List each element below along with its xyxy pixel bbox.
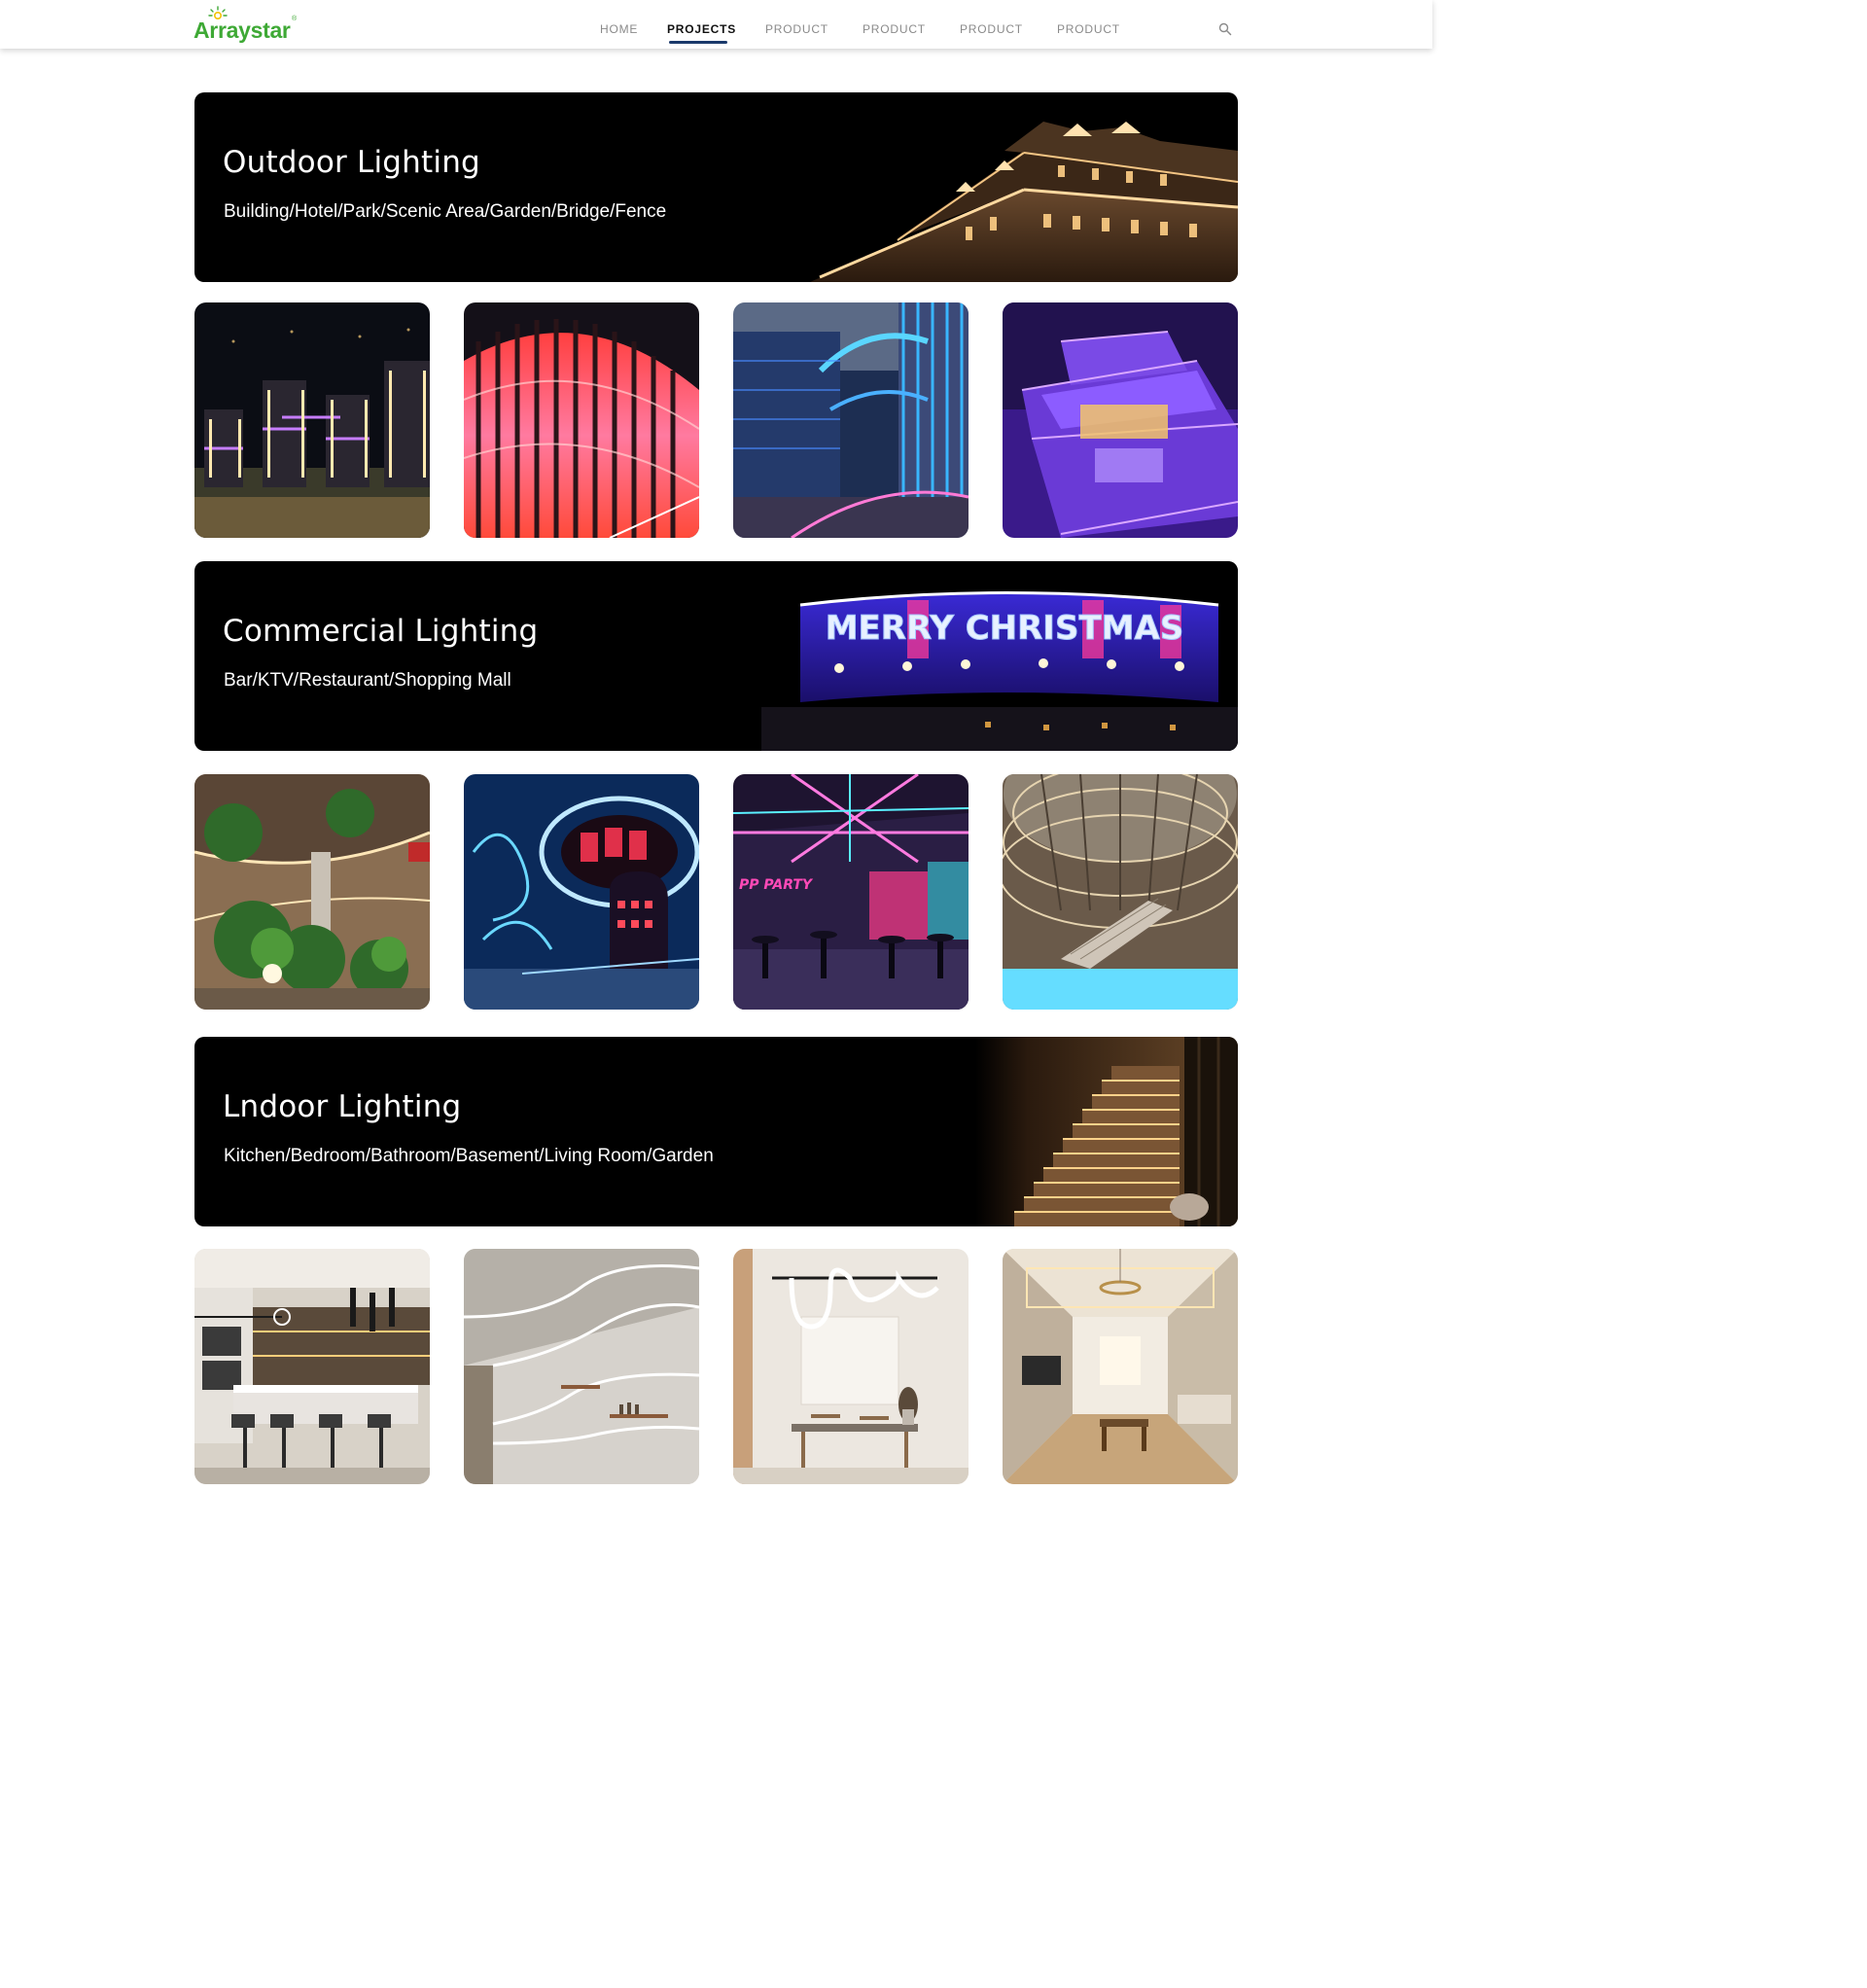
glass-building-image [733, 302, 969, 538]
mall-atrium-image [1003, 774, 1238, 1010]
outdoor-lighting-banner[interactable]: Outdoor Lighting Building/Hotel/Park/Sce… [194, 92, 1238, 282]
nav-product-2[interactable]: PRODUCT [863, 22, 926, 36]
section-title: Lndoor Lighting [223, 1089, 462, 1124]
city-towers-image [194, 302, 430, 538]
neon-bar-image [464, 774, 699, 1010]
nav-projects[interactable]: PROJECTS [667, 22, 736, 36]
project-tile-mall-atrium[interactable] [1003, 774, 1238, 1010]
search-icon[interactable] [1218, 22, 1232, 36]
kitchen-image [194, 1249, 430, 1484]
wall-light-lines-image [464, 1249, 699, 1484]
project-tile-dining-pendant[interactable] [733, 1249, 969, 1484]
nav-product-1[interactable]: PRODUCT [765, 22, 828, 36]
brand-name: Arraystar [194, 18, 291, 43]
party-sign-text: PP PARTY [739, 877, 814, 893]
project-tile-party-club[interactable]: PP PARTY [733, 774, 969, 1010]
living-room-image [1003, 1249, 1238, 1484]
brand-logo[interactable]: Arraystar ® [194, 6, 305, 45]
project-tile-city-towers[interactable] [194, 302, 430, 538]
commercial-lighting-banner[interactable]: MERRY CHRISTMAS Commercial Lighting Bar/… [194, 561, 1238, 751]
nav-active-indicator [669, 41, 727, 44]
project-tile-yacht[interactable] [1003, 302, 1238, 538]
curved-facade-image [464, 302, 699, 538]
project-tile-wall-light-lines[interactable] [464, 1249, 699, 1484]
site-header: Arraystar ® HOME PROJECTS PRODUCT PRODUC… [0, 0, 1432, 49]
project-tile-living-room[interactable] [1003, 1249, 1238, 1484]
project-tile-kitchen[interactable] [194, 1249, 430, 1484]
project-tile-atrium-trees[interactable] [194, 774, 430, 1010]
dining-pendant-image [733, 1249, 969, 1484]
party-club-image: PP PARTY [733, 774, 969, 1010]
project-tile-curved-facade[interactable] [464, 302, 699, 538]
atrium-trees-image [194, 774, 430, 1010]
section-subtitle: Kitchen/Bedroom/Bathroom/Basement/Living… [224, 1146, 714, 1166]
yacht-image [1003, 302, 1238, 538]
nav-product-4[interactable]: PRODUCT [1057, 22, 1120, 36]
registered-mark: ® [292, 16, 298, 22]
section-title: Outdoor Lighting [223, 145, 480, 180]
banner-sign-text: MERRY CHRISTMAS [826, 609, 1184, 648]
project-tile-glass-building[interactable] [733, 302, 969, 538]
section-title: Commercial Lighting [223, 614, 539, 649]
section-subtitle: Bar/KTV/Restaurant/Shopping Mall [224, 670, 511, 691]
christmas-mall-image: MERRY CHRISTMAS [761, 561, 1238, 751]
nav-product-3[interactable]: PRODUCT [960, 22, 1023, 36]
indoor-lighting-banner[interactable]: Lndoor Lighting Kitchen/Bedroom/Bathroom… [194, 1037, 1238, 1226]
project-tile-neon-bar[interactable] [464, 774, 699, 1010]
nav-home[interactable]: HOME [600, 22, 638, 36]
staircase-image [975, 1037, 1238, 1226]
section-subtitle: Building/Hotel/Park/Scenic Area/Garden/B… [224, 201, 667, 222]
hotel-building-image [810, 122, 1238, 282]
